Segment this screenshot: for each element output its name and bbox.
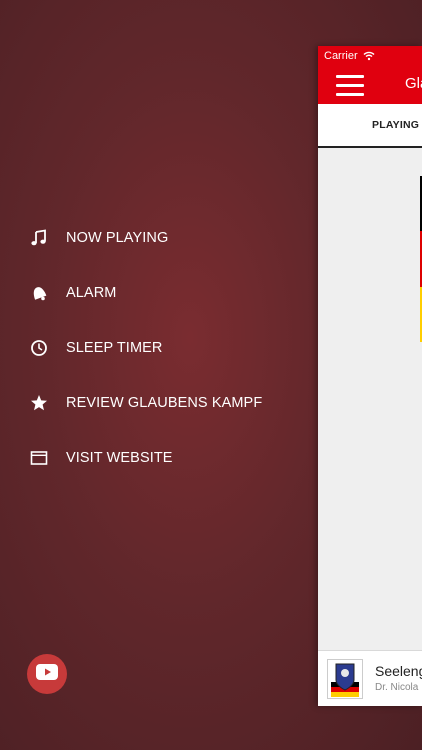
hamburger-menu-icon[interactable]	[336, 74, 364, 96]
star-icon	[28, 392, 50, 414]
tab-playing[interactable]: PLAYING	[372, 119, 419, 131]
app-title: Gla	[405, 75, 422, 92]
carrier-label: Carrier	[324, 50, 358, 62]
tab-bar: PLAYING	[318, 104, 422, 148]
side-menu: NOW PLAYING ALARM SLEEP TIMER REVIEW GLA…	[0, 0, 318, 750]
menu-item-alarm[interactable]: ALARM	[28, 278, 116, 308]
status-bar: Carrier	[318, 46, 422, 66]
now-playing-subtitle: Dr. Nicola	[375, 682, 419, 693]
browser-window-icon	[28, 447, 50, 469]
menu-item-review[interactable]: REVIEW GLAUBENS KAMPF	[28, 388, 262, 418]
menu-item-label: REVIEW GLAUBENS KAMPF	[66, 395, 263, 411]
app-panel[interactable]: Carrier Gla PLAYING Seeleng Dr. N	[318, 46, 422, 706]
bell-icon	[28, 282, 50, 304]
menu-item-visit-website[interactable]: VISIT WEBSITE	[28, 443, 173, 473]
menu-item-now-playing[interactable]: NOW PLAYING	[28, 223, 168, 253]
mini-player[interactable]: Seeleng Dr. Nicola	[318, 650, 422, 706]
music-note-icon	[28, 227, 50, 249]
nav-bar: Gla	[318, 66, 422, 104]
menu-item-label: NOW PLAYING	[66, 230, 169, 246]
youtube-play-icon	[36, 663, 58, 685]
menu-item-sleep-timer[interactable]: SLEEP TIMER	[28, 333, 162, 363]
youtube-button[interactable]	[27, 654, 67, 694]
menu-item-label: SLEEP TIMER	[66, 340, 163, 356]
now-playing-title: Seeleng	[375, 663, 422, 679]
clock-icon	[28, 337, 50, 359]
menu-item-label: VISIT WEBSITE	[66, 450, 173, 466]
album-artwork	[327, 659, 363, 699]
wifi-icon	[363, 51, 375, 61]
menu-item-label: ALARM	[66, 285, 117, 301]
